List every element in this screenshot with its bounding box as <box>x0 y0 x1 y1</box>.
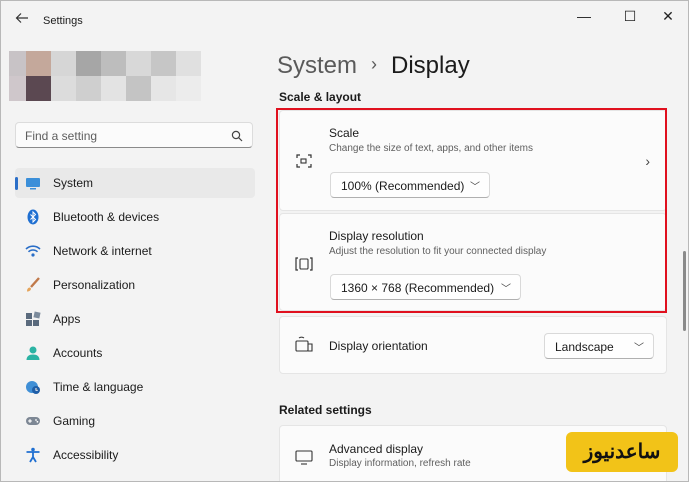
sidebar-item-bluetooth[interactable]: Bluetooth & devices <box>15 202 255 232</box>
minimize-button[interactable]: — <box>570 7 598 25</box>
sidebar-item-accounts[interactable]: Accounts <box>15 338 255 368</box>
monitor-icon <box>294 447 314 467</box>
back-arrow-icon[interactable] <box>13 11 31 29</box>
sidebar-item-label: Bluetooth & devices <box>53 210 160 224</box>
display-orientation-title: Display orientation <box>329 339 428 353</box>
section-heading-scale-layout: Scale & layout <box>279 90 362 104</box>
accessibility-icon <box>25 447 41 463</box>
breadcrumb: System › Display <box>277 52 470 80</box>
sidebar-item-label: System <box>53 176 94 190</box>
orientation-dropdown-value: Landscape <box>555 340 614 354</box>
search-icon[interactable] <box>231 129 243 142</box>
sidebar-item-label: Personalization <box>53 278 136 292</box>
brush-icon <box>25 277 41 293</box>
search-input[interactable]: Find a setting <box>25 129 97 143</box>
sidebar-item-gaming[interactable]: Gaming <box>15 406 255 436</box>
orientation-dropdown[interactable]: Landscape ﹀ <box>544 333 654 359</box>
sidebar-item-label: Network & internet <box>53 244 152 258</box>
sidebar-item-label: Gaming <box>53 414 96 428</box>
orientation-icon <box>294 336 314 356</box>
scrollbar-thumb[interactable] <box>683 251 686 331</box>
sidebar-item-personalization[interactable]: Personalization <box>15 270 255 300</box>
wifi-icon <box>25 243 41 259</box>
sidebar-item-accessibility[interactable]: Accessibility <box>15 440 255 470</box>
app-title: Settings <box>43 15 83 27</box>
system-icon <box>25 175 41 191</box>
breadcrumb-parent[interactable]: System <box>277 52 357 79</box>
sidebar-item-label: Accessibility <box>53 448 119 462</box>
advanced-display-description: Display information, refresh rate <box>329 458 471 469</box>
sidebar-item-apps[interactable]: Apps <box>15 304 255 334</box>
close-button[interactable]: ✕ <box>654 7 682 25</box>
sidebar-item-network[interactable]: Network & internet <box>15 236 255 266</box>
sidebar-item-system[interactable]: System <box>15 168 255 198</box>
sidebar-item-label: Time & language <box>53 380 144 394</box>
maximize-button[interactable]: ☐ <box>616 7 644 25</box>
gamepad-icon <box>25 413 41 429</box>
sidebar-item-time-language[interactable]: Time & language <box>15 372 255 402</box>
person-icon <box>25 345 41 361</box>
section-heading-related-settings: Related settings <box>279 403 372 417</box>
display-orientation-card: Display orientation Landscape ﹀ <box>279 316 667 374</box>
apps-icon <box>25 311 41 327</box>
search-box[interactable]: Find a setting <box>15 122 253 148</box>
sidebar-nav: System Bluetooth & devices Network & int… <box>15 168 255 474</box>
breadcrumb-separator-icon: › <box>371 54 378 74</box>
chevron-down-icon: ﹀ <box>634 343 644 354</box>
sidebar-item-label: Accounts <box>53 346 103 360</box>
advanced-display-title: Advanced display <box>329 442 424 456</box>
active-indicator <box>15 177 18 190</box>
sidebar-item-label: Apps <box>53 312 81 326</box>
avatar[interactable] <box>9 51 217 101</box>
watermark-logo: ساعدنیوز <box>566 432 678 472</box>
title-bar: Settings — ☐ ✕ <box>1 1 688 41</box>
clock-globe-icon <box>25 379 41 395</box>
annotation-highlight-box <box>276 108 667 313</box>
bluetooth-icon <box>25 209 41 225</box>
page-title: Display <box>391 52 470 79</box>
